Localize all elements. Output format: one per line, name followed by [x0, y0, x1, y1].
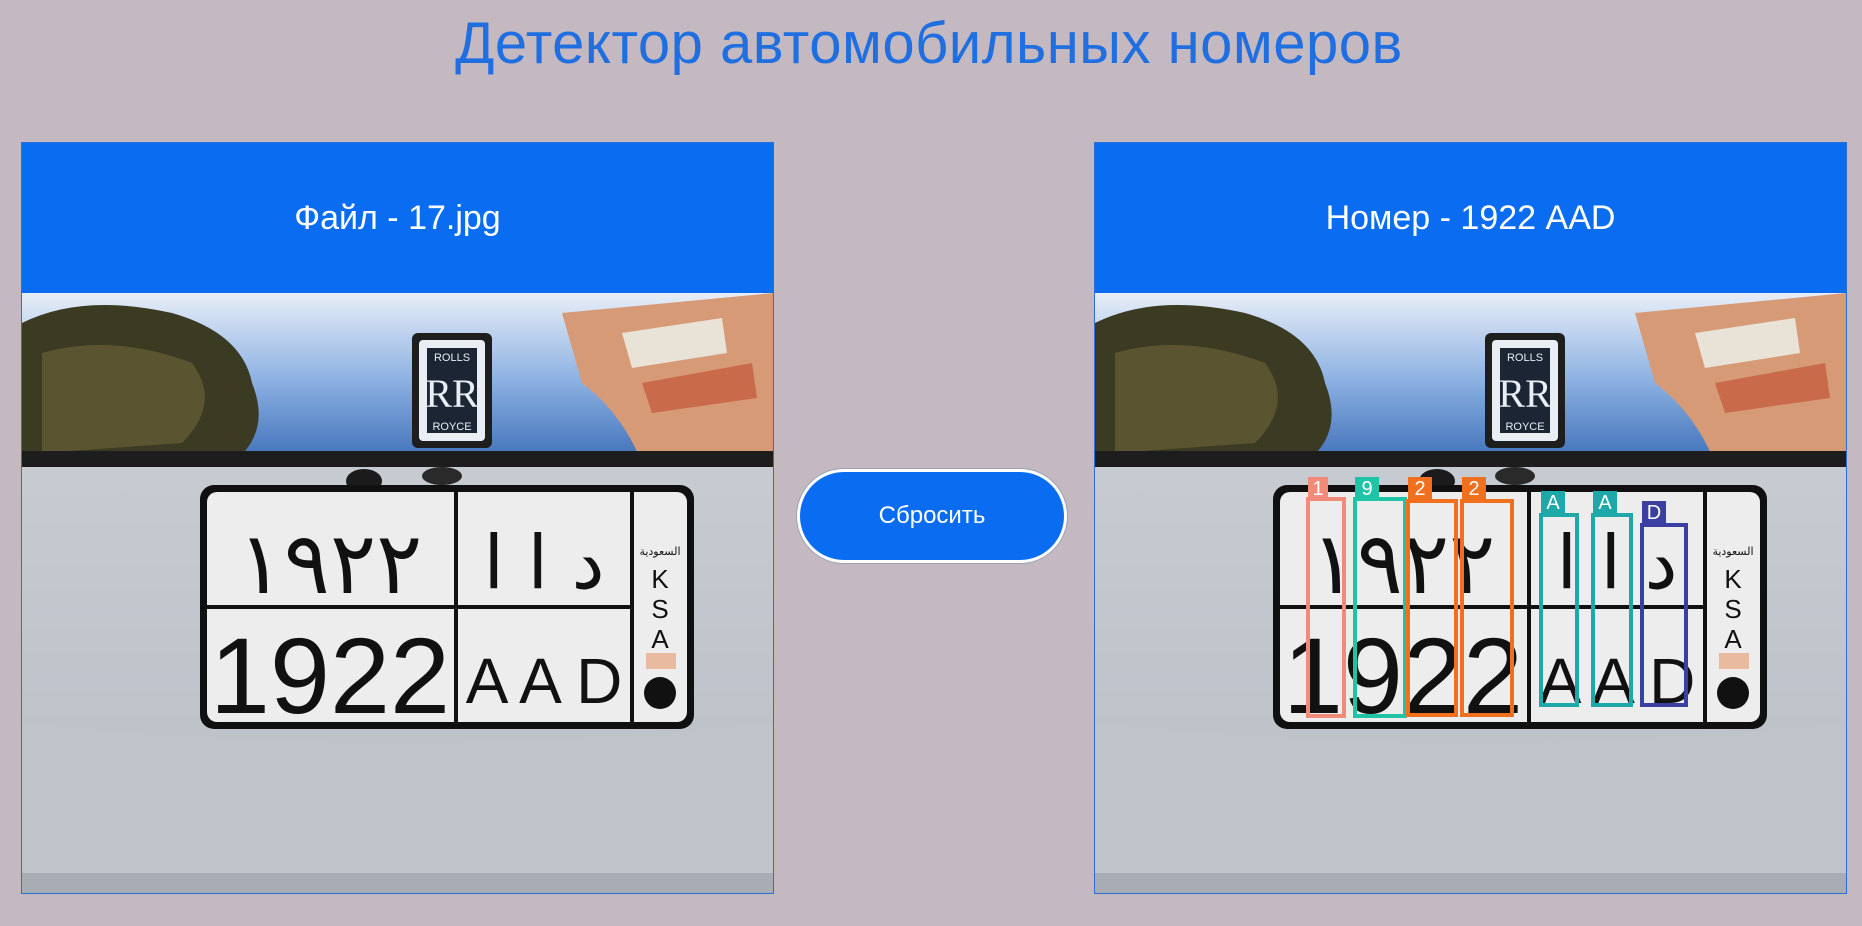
badge-monogram: RR	[425, 371, 479, 416]
file-name-heading: Файл - 17.jpg	[294, 198, 501, 237]
reset-button[interactable]: Сбросить	[797, 469, 1067, 563]
plate-country-letter: S	[1724, 594, 1741, 624]
plate-country-letter: A	[651, 624, 669, 654]
detection-label: 1	[1312, 478, 1323, 500]
plate-country-letter: S	[651, 594, 668, 624]
detection-result-panel: Номер - 1922 AAD ROLLS RR ROYCE ١٩٢٢ د ا…	[1094, 142, 1847, 894]
badge-top-text: ROLLS	[434, 352, 470, 364]
badge-monogram: RR	[1498, 371, 1552, 416]
detection-label: 2	[1414, 478, 1425, 500]
page-title: Детектор автомобильных номеров	[455, 11, 1403, 76]
badge-bottom-text: ROYCE	[432, 421, 471, 433]
plate-country-letter: K	[651, 564, 669, 594]
plate-country-arabic: السعودية	[639, 545, 680, 558]
detection-label: A	[1598, 492, 1612, 514]
badge-bottom-text: ROYCE	[1505, 421, 1544, 433]
plate-latin-digits: 1922	[210, 615, 450, 736]
plate-arabic-letters: د ا ا	[483, 520, 604, 606]
uploaded-photo: ROLLS RR ROYCE ١٩٢٢ د ا ا 1922 A A D الس…	[22, 293, 773, 893]
badge-top-text: ROLLS	[1507, 352, 1543, 364]
plate-latin-letters: A A D	[466, 645, 623, 717]
detection-label: 2	[1468, 478, 1479, 500]
detection-label: D	[1647, 502, 1661, 524]
plate-number-heading: Номер - 1922 AAD	[1325, 198, 1616, 237]
plate-arabic-letters: د ا ا	[1556, 520, 1677, 606]
detection-label: A	[1546, 492, 1560, 514]
annotated-photo: ROLLS RR ROYCE ١٩٢٢ د ا ا 1922 A A D الس…	[1095, 293, 1846, 893]
detection-label: 9	[1361, 478, 1372, 500]
plate-arabic-digits: ١٩٢٢	[238, 514, 423, 614]
plate-country-letter: A	[1724, 624, 1742, 654]
uploaded-image-panel: Файл - 17.jpg ROLLS RR ROYCE ١٩٢٢ د ا ا …	[21, 142, 774, 894]
plate-country-letter: K	[1724, 564, 1742, 594]
plate-country-arabic: السعودية	[1712, 545, 1753, 558]
